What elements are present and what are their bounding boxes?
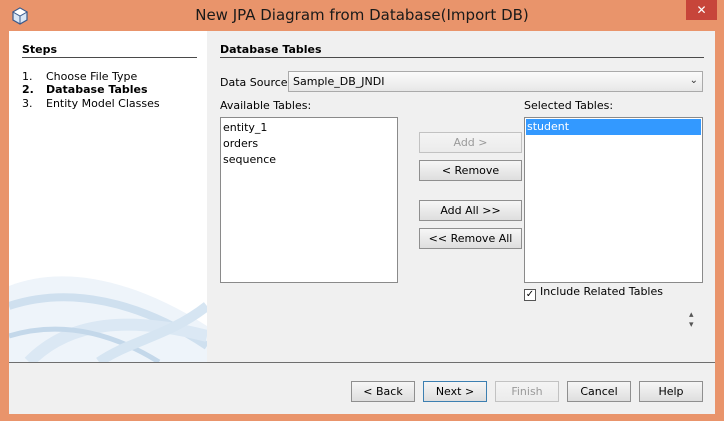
steps-heading: Steps (22, 43, 58, 56)
list-item[interactable]: orders (222, 136, 396, 152)
step-number: 2. (22, 83, 34, 96)
selected-tables-label: Selected Tables: (524, 99, 614, 112)
step-entity-model-classes: 3. Entity Model Classes (22, 97, 160, 110)
list-item[interactable]: sequence (222, 152, 396, 168)
help-button[interactable]: Help (639, 381, 703, 402)
step-label: Choose File Type (46, 70, 138, 83)
data-source-select[interactable]: Sample_DB_JNDI ⌄ (288, 71, 703, 92)
panel-divider (220, 57, 704, 58)
list-item[interactable]: entity_1 (222, 120, 396, 136)
close-button[interactable]: ✕ (686, 0, 717, 20)
back-button[interactable]: < Back (351, 381, 415, 402)
step-choose-file-type: 1. Choose File Type (22, 70, 137, 83)
window-title: New JPA Diagram from Database(Import DB) (195, 6, 529, 24)
decorative-swoosh-graphic (9, 276, 207, 362)
finish-button[interactable]: Finish (495, 381, 559, 402)
data-source-label: Data Source: (220, 76, 292, 89)
cancel-button[interactable]: Cancel (567, 381, 631, 402)
chevron-down-icon: ⌄ (689, 75, 698, 86)
next-button[interactable]: Next > (423, 381, 487, 402)
title-bar[interactable]: New JPA Diagram from Database(Import DB)… (0, 0, 724, 31)
available-tables-label: Available Tables: (220, 99, 312, 112)
step-number: 3. (22, 97, 33, 110)
steps-panel: Steps 1. Choose File Type 2. Database Tabl… (9, 31, 207, 362)
step-number: 1. (22, 70, 33, 83)
step-label: Entity Model Classes (46, 97, 160, 110)
include-related-tables-label: Include Related Tables (540, 285, 663, 298)
selected-tables-list[interactable]: student (524, 117, 703, 283)
steps-divider (22, 57, 197, 58)
step-database-tables: 2. Database Tables (22, 83, 148, 96)
available-tables-list[interactable]: entity_1 orders sequence (220, 117, 398, 283)
database-tables-panel: Database Tables Data Source: Sample_DB_J… (207, 31, 715, 362)
remove-button[interactable]: < Remove (419, 160, 522, 181)
dialog-window: New JPA Diagram from Database(Import DB)… (0, 0, 724, 421)
data-source-value: Sample_DB_JNDI (293, 75, 385, 88)
add-button[interactable]: Add > (419, 132, 522, 153)
step-label: Database Tables (46, 83, 148, 96)
add-all-button[interactable]: Add All >> (419, 200, 522, 221)
resize-arrows-icon[interactable]: ▴ ▾ (689, 310, 694, 330)
include-related-tables-checkbox[interactable]: ✓ Include Related Tables (524, 285, 663, 301)
footer-divider (9, 362, 715, 363)
dialog-body: Steps 1. Choose File Type 2. Database Tabl… (9, 31, 715, 414)
close-icon: ✕ (696, 3, 707, 17)
checkbox-checked-icon[interactable]: ✓ (524, 289, 536, 301)
remove-all-button[interactable]: << Remove All (419, 228, 522, 249)
list-item[interactable]: student (526, 119, 701, 135)
panel-heading: Database Tables (220, 43, 322, 56)
